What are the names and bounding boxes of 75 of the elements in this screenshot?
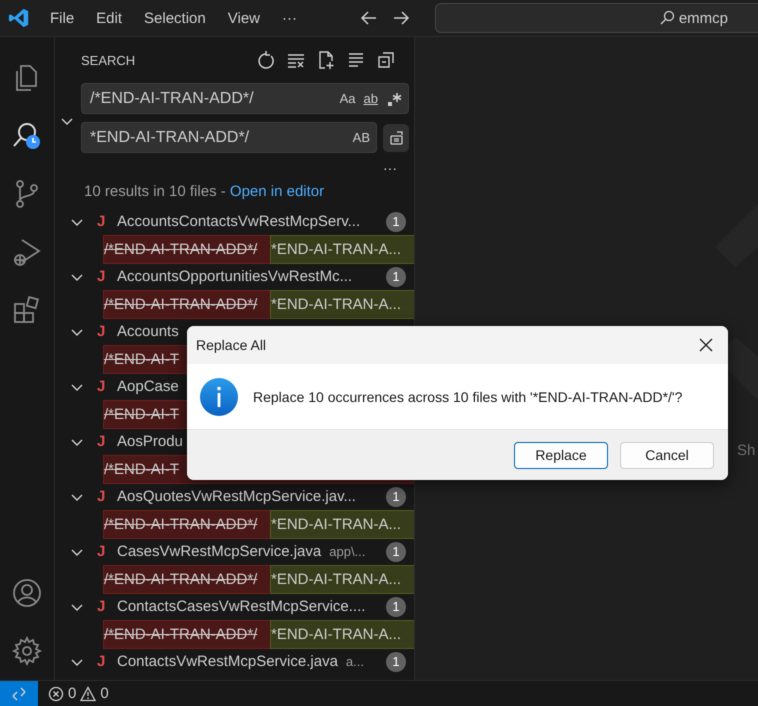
removed-match-text[interactable]: /*END-AI-TRAN-ADD*/ — [104, 236, 271, 263]
removed-match-text[interactable]: /*END-AI-TRAN-ADD*/ — [104, 290, 271, 318]
warning-count[interactable]: 0 — [100, 685, 109, 702]
app-logo-icon — [8, 7, 30, 29]
removed-match-text[interactable]: /*END-AI-TRAN-ADD*/ — [104, 566, 271, 593]
dialog-button[interactable]: Replace — [514, 442, 608, 468]
refresh-icon[interactable] — [256, 50, 276, 70]
file-name[interactable]: AccountsOpportunitiesVwRestMc... — [117, 268, 352, 286]
file-name[interactable]: AopCase — [117, 378, 179, 396]
menu-item[interactable]: View — [220, 6, 268, 30]
java-file-icon: J — [97, 213, 117, 230]
match-count: 1 — [386, 542, 406, 562]
replace-field[interactable]: *END-AI-TRAN-ADD*/ AB — [81, 122, 377, 153]
removed-match-text[interactable]: /*END-AI-TRAN-ADD*/ — [104, 510, 271, 538]
match-count: 1 — [386, 266, 406, 287]
file-name[interactable]: ContactsCasesVwRestMcpService.... — [117, 598, 366, 616]
added-match-text[interactable]: *END-AI-TRAN-A... — [271, 620, 414, 648]
removed-match-text[interactable]: /*END-AI-TRAN-ADD*/ — [104, 620, 271, 648]
warning-icon[interactable] — [80, 686, 96, 702]
file-name[interactable]: AosProdu — [117, 433, 183, 450]
settings-icon[interactable] — [11, 635, 43, 667]
file-name[interactable]: ContactsVwRestMcpService.java — [117, 653, 338, 670]
file-name[interactable]: AccountsContactsVwRestMcpServ... — [117, 213, 360, 230]
error-count[interactable]: 0 — [68, 685, 76, 702]
search-field[interactable]: /*END-AI-TRAN-ADD*/ Aa ab — [81, 83, 409, 114]
more-options[interactable]: ··· — [383, 161, 397, 175]
file-name[interactable]: CasesVwRestMcpService.java — [117, 543, 322, 560]
dialog-message: Replace 10 occurrences across 10 files with '*END-AI-TRAN-ADD*/'? — [253, 388, 682, 404]
java-file-icon: J — [97, 488, 117, 506]
java-file-icon: J — [97, 378, 117, 396]
file-path: app\... — [329, 544, 366, 560]
menu-item[interactable]: Edit — [88, 6, 130, 30]
match-count: 1 — [386, 486, 406, 507]
open-in-editor-link[interactable]: Open in editor — [230, 183, 324, 200]
file-name[interactable]: Accounts — [117, 323, 179, 340]
menu-item[interactable]: File — [42, 6, 82, 30]
java-file-icon: J — [97, 653, 117, 670]
menu-item[interactable]: ··· — [274, 6, 305, 30]
remote-icon[interactable] — [11, 686, 27, 702]
java-file-icon: J — [97, 323, 117, 340]
java-file-icon: J — [97, 268, 117, 286]
close-icon[interactable] — [698, 337, 714, 353]
remote-button[interactable] — [0, 681, 38, 706]
added-match-text[interactable]: *END-AI-TRAN-A... — [271, 566, 414, 593]
regex-icon[interactable] — [386, 90, 402, 106]
search-icon[interactable] — [11, 120, 43, 152]
results-summary: 10 results in 10 files - — [84, 183, 227, 200]
added-match-text[interactable]: *END-AI-TRAN-A... — [271, 290, 414, 318]
replace-all-button[interactable] — [383, 124, 409, 152]
error-icon[interactable] — [48, 686, 64, 702]
java-file-icon: J — [97, 433, 117, 450]
java-file-icon: J — [97, 543, 117, 560]
whole-word-toggle[interactable]: ab — [364, 91, 378, 106]
command-center-text: emmcp — [678, 10, 728, 26]
menu-item[interactable]: Selection — [136, 6, 214, 30]
info-icon — [199, 376, 239, 416]
match-count: 1 — [386, 596, 406, 617]
dialog-button[interactable]: Cancel — [620, 442, 714, 468]
replace-all-icon[interactable] — [388, 130, 404, 146]
match-case-toggle[interactable]: Aa — [340, 91, 356, 106]
added-match-text[interactable]: *END-AI-TRAN-A... — [271, 510, 414, 538]
preserve-case-toggle[interactable]: AB — [352, 130, 370, 145]
command-center[interactable]: emmcp — [435, 3, 758, 33]
java-file-icon: J — [97, 598, 117, 616]
match-count: 1 — [386, 212, 406, 232]
panel-title: SEARCH — [81, 52, 136, 68]
collapse-all-icon[interactable] — [376, 50, 396, 70]
file-path: a... — [346, 654, 364, 670]
file-name[interactable]: AosQuotesVwRestMcpService.jav... — [117, 488, 356, 506]
search-icon — [658, 10, 675, 26]
added-match-text[interactable]: *END-AI-TRAN-A... — [271, 236, 414, 263]
dialog-title: Replace All — [196, 337, 268, 353]
account-icon[interactable] — [11, 577, 43, 609]
editor-hint: Sh — [737, 442, 756, 459]
match-count: 1 — [386, 652, 406, 672]
